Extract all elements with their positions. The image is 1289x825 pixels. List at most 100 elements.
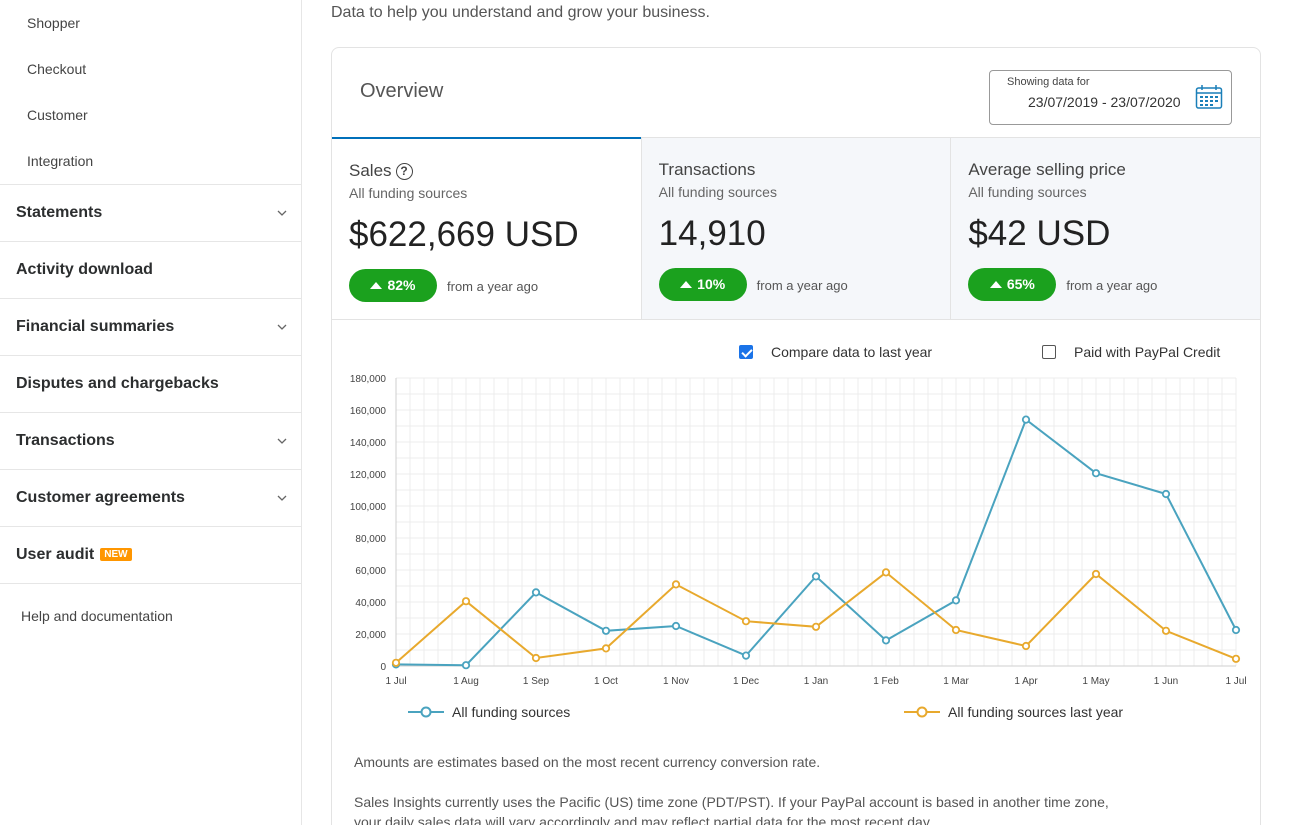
x-tick-label: 1 Jul [385, 676, 406, 687]
x-tick-label: 1 Nov [663, 676, 689, 687]
credit-label: Paid with PayPal Credit [1074, 344, 1221, 360]
sidebar-item-customer[interactable]: Customer [0, 92, 301, 138]
sidebar-item-label: Transactions [16, 432, 115, 449]
change-badge: 10% [658, 268, 747, 301]
sidebar-item-label: Statements [16, 204, 103, 221]
data-point [951, 596, 961, 605]
y-tick-label: 120,000 [350, 470, 387, 481]
chevron-down-icon[interactable] [277, 436, 287, 446]
overview-title: Overview [360, 80, 444, 102]
data-point [461, 597, 471, 606]
date-range-picker[interactable]: Showing data for 23/07/2019 - 23/07/2020 [989, 70, 1232, 125]
data-point [811, 572, 821, 581]
sidebar-item-label: User audit NEW [16, 546, 132, 564]
change-badge: 82% [349, 269, 437, 302]
data-point [1231, 654, 1241, 663]
data-point [391, 658, 401, 667]
note-timezone: Sales Insights currently uses the Pacifi… [354, 792, 1109, 825]
y-tick-label: 20,000 [355, 630, 386, 641]
metrics-row: Sales? All funding sources $622,669 USD … [332, 137, 1260, 320]
sidebar-item-transactions[interactable]: Transactions [0, 412, 301, 469]
data-point [811, 622, 821, 631]
data-point [881, 636, 891, 645]
data-point [1231, 625, 1241, 635]
chevron-down-icon[interactable] [277, 208, 287, 218]
sidebar-item-checkout[interactable]: Checkout [0, 46, 301, 92]
compare-label: Compare data to last year [771, 344, 933, 360]
main-nav: Statements Activity download Financial sum… [0, 184, 301, 583]
sidebar: Shopper Checkout Customer Integration St… [0, 0, 302, 825]
x-tick-label: 1 Dec [733, 676, 759, 687]
paypal-credit-checkbox[interactable] [1042, 345, 1056, 359]
legend-item-current[interactable]: All funding sources [408, 704, 570, 720]
compare-toggle[interactable]: Compare data to last year [739, 344, 932, 360]
legend-marker-current [408, 706, 444, 718]
card-header: Overview Showing data for 23/07/2019 - 2… [332, 48, 1260, 138]
sidebar-item-shopper[interactable]: Shopper [0, 0, 301, 46]
y-tick-label: 80,000 [355, 534, 386, 545]
x-tick-label: 1 Mar [943, 676, 969, 687]
y-tick-label: 180,000 [350, 374, 387, 385]
calendar-icon[interactable] [1195, 84, 1223, 110]
sidebar-item-disputes-and-chargebacks[interactable]: Disputes and chargebacks [0, 355, 301, 412]
date-value: 23/07/2019 - 23/07/2020 [1028, 94, 1181, 110]
metric-value: 14,910 [658, 214, 766, 253]
x-tick-label: 1 Aug [453, 676, 479, 687]
note-conversion: Amounts are estimates based on the most … [354, 754, 821, 770]
data-point [741, 617, 751, 626]
sidebar-item-statements[interactable]: Statements [0, 184, 301, 241]
data-point [671, 621, 681, 631]
metric-average-selling-price[interactable]: Average selling price All funding source… [950, 138, 1260, 319]
arrow-up-icon [680, 281, 693, 288]
help-icon[interactable]: ? [395, 163, 413, 180]
data-point [1161, 489, 1171, 499]
help-link[interactable]: Help and documentation [0, 583, 301, 624]
change-caption: from a year ago [447, 279, 539, 294]
metric-title: Sales? [349, 161, 413, 181]
y-tick-label: 40,000 [355, 598, 386, 609]
compare-checkbox[interactable] [739, 345, 753, 359]
y-tick-label: 140,000 [350, 438, 387, 449]
y-tick-label: 160,000 [350, 406, 387, 417]
sidebar-item-financial-summaries[interactable]: Financial summaries [0, 298, 301, 355]
x-tick-label: 1 Jun [1154, 676, 1178, 687]
data-point [881, 568, 891, 577]
sidebar-item-user-audit[interactable]: User audit NEW [0, 526, 301, 583]
metric-value: $42 USD [968, 214, 1111, 253]
sidebar-item-label: Customer agreements [16, 489, 185, 506]
x-tick-label: 1 May [1082, 676, 1109, 687]
chevron-down-icon[interactable] [277, 493, 287, 503]
legend-item-last-year[interactable]: All funding sources last year [904, 704, 1123, 720]
metric-transactions[interactable]: Transactions All funding sources 14,910 … [640, 138, 951, 319]
sales-chart: 0 20,000 40,000 60,000 80,000 100,000 120,000 1… [350, 374, 1247, 687]
sidebar-item-integration[interactable]: Integration [0, 138, 301, 184]
data-point [741, 651, 751, 660]
arrow-up-icon [989, 281, 1002, 288]
new-badge: NEW [100, 548, 132, 561]
legend-label: All funding sources [452, 704, 571, 720]
metric-title: Average selling price [968, 160, 1126, 179]
data-point [951, 625, 961, 635]
y-tick-label: 100,000 [350, 502, 387, 513]
chevron-down-icon[interactable] [277, 322, 287, 332]
legend-label: All funding sources last year [948, 704, 1124, 720]
x-tick-label: 1 Feb [873, 676, 899, 687]
data-point [1021, 415, 1031, 424]
page-subtitle: Data to help you understand and grow you… [331, 4, 710, 21]
sidebar-item-label: Activity download [16, 261, 153, 278]
sub-nav: Shopper Checkout Customer Integration [0, 0, 301, 184]
data-point [1021, 641, 1031, 651]
sidebar-item-label: Disputes and chargebacks [16, 375, 219, 392]
note-timezone-line2: your daily sales data will vary accordin… [354, 814, 933, 825]
sidebar-item-customer-agreements[interactable]: Customer agreements [0, 469, 301, 526]
metric-subtitle: All funding sources [658, 184, 777, 200]
metric-value: $622,669 USD [349, 215, 579, 254]
data-point [1161, 626, 1171, 635]
overview-card: Overview Showing data for 23/07/2019 - 2… [331, 47, 1261, 825]
metric-sales[interactable]: Sales? All funding sources $622,669 USD … [332, 137, 641, 319]
legend-marker-last-year [904, 706, 940, 718]
data-point [531, 653, 541, 663]
sidebar-item-activity-download[interactable]: Activity download [0, 241, 301, 298]
credit-toggle[interactable]: Paid with PayPal Credit [1042, 344, 1220, 360]
x-tick-label: 1 Apr [1014, 676, 1038, 687]
